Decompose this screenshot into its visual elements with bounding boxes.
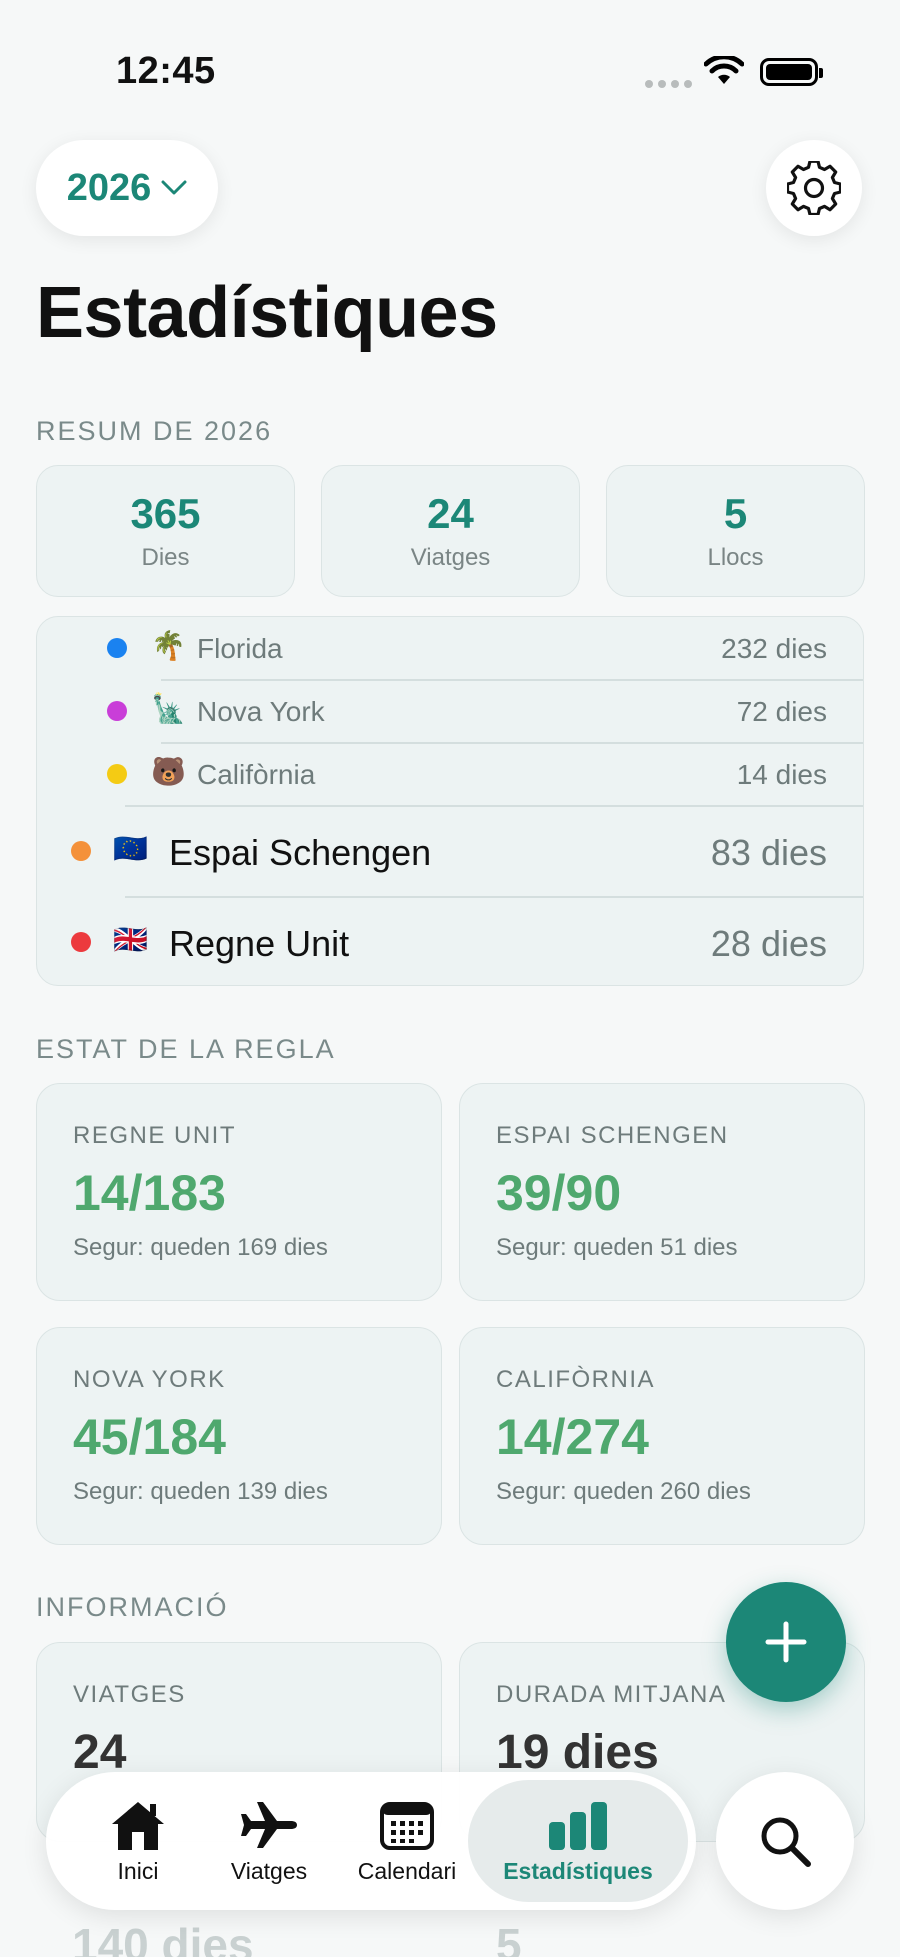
chart-icon xyxy=(549,1801,607,1850)
place-row-uk[interactable]: 🇬🇧 Regne Unit 28 dies xyxy=(37,897,863,985)
eu-flag-icon: 🇪🇺 xyxy=(113,833,148,864)
place-color-dot xyxy=(107,701,127,721)
place-name: Florida xyxy=(197,633,283,664)
stat-value: 365 xyxy=(130,490,201,537)
cellular-signal-icon xyxy=(645,80,692,88)
place-color-dot xyxy=(107,638,127,658)
tab-label: Viatges xyxy=(230,1857,308,1884)
info-title: DURADA MITJANA xyxy=(496,1681,727,1708)
stat-card-trips[interactable]: 24 Viatges xyxy=(321,465,580,597)
place-name: Califòrnia xyxy=(197,759,316,790)
status-bar: 12:45 xyxy=(0,0,900,110)
bear-icon: 🐻 xyxy=(151,756,186,787)
chevron-down-icon xyxy=(161,180,187,195)
place-row-new-york[interactable]: 🗽 Nova York 72 dies xyxy=(37,680,863,742)
place-name: Espai Schengen xyxy=(169,832,432,873)
rule-value: 39/90 xyxy=(496,1165,622,1221)
info-value-partial: 140 dies xyxy=(72,1919,254,1957)
places-breakdown-card: 🌴 Florida 232 dies 🗽 Nova York 72 dies 🐻… xyxy=(36,616,864,986)
place-name: Nova York xyxy=(197,696,325,727)
add-trip-button[interactable] xyxy=(726,1582,846,1702)
uk-flag-icon: 🇬🇧 xyxy=(113,924,148,955)
place-days: 14 dies xyxy=(736,759,827,790)
rules-section-label: ESTAT DE LA REGLA xyxy=(36,1034,336,1064)
rule-status: Segur: queden 139 dies xyxy=(73,1478,328,1505)
tab-statistics[interactable]: Estadístiques xyxy=(468,1780,688,1902)
stat-label: Dies xyxy=(141,544,190,571)
stat-label: Viatges xyxy=(410,544,491,571)
settings-button[interactable] xyxy=(766,140,862,236)
battery-icon xyxy=(760,58,823,86)
rule-value: 14/183 xyxy=(73,1165,226,1221)
rule-value: 14/274 xyxy=(496,1409,649,1465)
statue-of-liberty-icon: 🗽 xyxy=(151,693,186,724)
place-days: 72 dies xyxy=(736,696,827,727)
rule-value: 45/184 xyxy=(73,1409,226,1465)
stat-value: 24 xyxy=(427,490,474,537)
palm-tree-icon: 🌴 xyxy=(151,630,186,661)
place-row-california[interactable]: 🐻 Califòrnia 14 dies xyxy=(37,743,863,805)
stat-value: 5 xyxy=(723,490,748,537)
info-value-partial: 5 xyxy=(496,1919,522,1957)
wifi-icon xyxy=(704,56,744,84)
tab-home[interactable]: Inici xyxy=(88,1780,188,1902)
house-icon xyxy=(112,1801,164,1850)
tab-bar: Inici Viatges Calendari Estadístiques xyxy=(46,1772,696,1910)
place-color-dot xyxy=(71,841,91,861)
stat-card-places[interactable]: 5 Llocs xyxy=(606,465,865,597)
status-time: 12:45 xyxy=(116,50,216,92)
airplane-icon xyxy=(241,1801,297,1848)
rule-status: Segur: queden 51 dies xyxy=(496,1234,738,1261)
calendar-icon xyxy=(380,1801,434,1850)
rule-card-california[interactable]: CALIFÒRNIA 14/274 Segur: queden 260 dies xyxy=(459,1327,865,1545)
place-days: 28 dies xyxy=(710,923,827,964)
rule-title: ESPAI SCHENGEN xyxy=(496,1122,729,1149)
year-selector[interactable]: 2026 xyxy=(36,140,218,236)
tab-label: Inici xyxy=(117,1857,159,1884)
rule-status: Segur: queden 260 dies xyxy=(496,1478,751,1505)
tab-trips[interactable]: Viatges xyxy=(214,1780,324,1902)
rule-title: REGNE UNIT xyxy=(73,1122,237,1149)
tab-label: Calendari xyxy=(357,1857,457,1884)
rule-status: Segur: queden 169 dies xyxy=(73,1234,328,1261)
rule-card-new-york[interactable]: NOVA YORK 45/184 Segur: queden 139 dies xyxy=(36,1327,442,1545)
place-color-dot xyxy=(71,932,91,952)
info-title: VIATGES xyxy=(73,1681,186,1708)
place-row-florida[interactable]: 🌴 Florida 232 dies xyxy=(37,617,863,679)
place-days: 83 dies xyxy=(710,832,827,873)
search-button[interactable] xyxy=(716,1772,854,1910)
search-icon xyxy=(761,1817,811,1867)
year-label: 2026 xyxy=(66,166,152,209)
stat-label: Llocs xyxy=(707,544,764,571)
gear-icon xyxy=(787,161,841,215)
info-section-label: INFORMACIÓ xyxy=(36,1592,229,1622)
summary-section-label: RESUM DE 2026 xyxy=(36,416,273,446)
tab-label: Estadístiques xyxy=(503,1857,653,1884)
place-color-dot xyxy=(107,764,127,784)
stat-card-days[interactable]: 365 Dies xyxy=(36,465,295,597)
tab-calendar[interactable]: Calendari xyxy=(342,1780,472,1902)
rule-title: CALIFÒRNIA xyxy=(496,1366,656,1393)
rule-title: NOVA YORK xyxy=(73,1366,226,1393)
page-title: Estadístiques xyxy=(36,273,498,353)
rule-card-schengen[interactable]: ESPAI SCHENGEN 39/90 Segur: queden 51 di… xyxy=(459,1083,865,1301)
plus-icon xyxy=(765,1621,807,1663)
rule-card-uk[interactable]: REGNE UNIT 14/183 Segur: queden 169 dies xyxy=(36,1083,442,1301)
place-name: Regne Unit xyxy=(169,923,350,964)
place-days: 232 dies xyxy=(721,633,827,664)
place-row-schengen[interactable]: 🇪🇺 Espai Schengen 83 dies xyxy=(37,806,863,896)
